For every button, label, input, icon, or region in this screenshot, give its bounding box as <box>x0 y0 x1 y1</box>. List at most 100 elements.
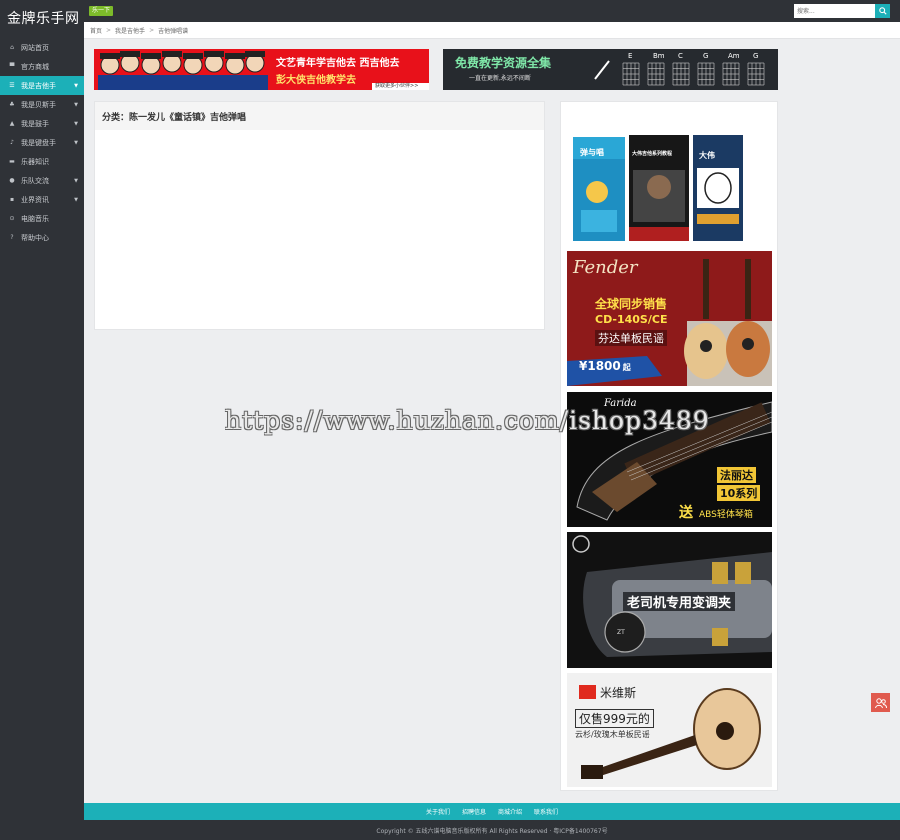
fender-line1: 全球同步销售 <box>595 297 668 311</box>
chevron-down-icon: ▼ <box>74 139 78 146</box>
sidebar-item-3[interactable]: ♣ 我是贝斯手 ▼ <box>0 95 84 114</box>
fender-line3: 芬达单板民谣 <box>595 330 667 346</box>
chevron-down-icon: ▼ <box>74 196 78 203</box>
chord-label: E <box>628 52 633 60</box>
sidebar-item-label: 电脑音乐 <box>21 214 49 223</box>
list-icon: ☰ <box>9 82 15 89</box>
breadcrumb: 首页 > 我是吉他手 > 吉他弹唱谱 <box>84 22 900 39</box>
breadcrumb-home[interactable]: 首页 <box>90 26 102 35</box>
help-icon: ? <box>10 234 14 241</box>
sidebar-item-label: 业界资讯 <box>21 195 49 204</box>
banner-more-link[interactable]: 获取更多小伙伴>> <box>375 82 418 89</box>
site-logo[interactable]: 金牌乐手网 <box>0 0 84 38</box>
content-panel: 分类：陈一发儿《童话镇》吉他弹唱 <box>94 101 545 330</box>
chord-label: G <box>753 52 759 60</box>
banner-slogan-2: 彭大侠吉他教学去 <box>276 75 356 86</box>
banner-free-resources[interactable]: 免费教学资源全集 一直在更新,永远不间断 E Bm C G Am G <box>443 49 778 90</box>
sidebar-item-6[interactable]: ▬ 乐器知识 <box>0 152 84 171</box>
chevron-down-icon: ▼ <box>74 101 78 108</box>
folder-icon: ▬ <box>9 158 15 165</box>
topbar-badge[interactable]: 乐一下 <box>89 6 114 16</box>
ad-fender-guitar[interactable]: Fender 全球同步销售 CD-140S/CE 芬达单板民谣 ¥1800 起 <box>567 251 772 386</box>
banner-guitar-teaching[interactable]: 文艺青年学吉他去 西吉他去 彭大侠吉他教学去 获取更多小伙伴>> <box>94 49 429 90</box>
footer-nav: 关于我们 招聘信息 商城介绍 联系我们 <box>84 803 900 820</box>
sidebar-item-label: 帮助中心 <box>21 233 49 242</box>
chevron-down-icon: ▼ <box>74 120 78 127</box>
fender-model: CD-140S/CE <box>595 313 668 326</box>
farida-gift-text: ABS轻体琴箱 <box>699 510 753 520</box>
contact-users-icon <box>874 697 887 708</box>
ad-capo[interactable]: 老司机专用变调夹 ZT <box>567 532 772 668</box>
book-title-c: 大伟 <box>699 151 715 160</box>
sidebar: 金牌乐手网 ⌂ 网站首页 ▀ 官方商城 ☰ 我是吉他手 ▼ ♣ 我是贝斯手 ▼ ▲ 我是鼓手 ▼ ♪ 我是键… <box>0 0 84 840</box>
farida-gift: 送 <box>679 505 693 521</box>
farida-series: 10系列 <box>717 485 761 501</box>
panel-title: 分类：陈一发儿《童话镇》吉他弹唱 <box>95 102 544 130</box>
chord-label: C <box>678 52 683 60</box>
chevron-down-icon: ▼ <box>74 82 78 89</box>
breadcrumb-separator: > <box>149 26 155 34</box>
home-icon: ⌂ <box>10 44 14 51</box>
footer-link-contact[interactable]: 联系我们 <box>534 807 558 816</box>
ad-mavis-guitar[interactable]: 米维斯 仅售999元的 云杉/玫瑰木单板民谣 <box>567 673 772 787</box>
mavis-desc: 云杉/玫瑰木单板民谣 <box>575 730 650 739</box>
drum-icon: ▲ <box>9 120 15 127</box>
capo-model: ZT <box>617 629 625 636</box>
fender-brand: Fender <box>573 257 638 278</box>
keyboard-icon: ♪ <box>10 139 14 146</box>
fender-price: ¥1800 起 <box>579 359 631 373</box>
footer-link-jobs[interactable]: 招聘信息 <box>462 807 486 816</box>
banner-slogan-1: 文艺青年学吉他去 西吉他去 <box>276 58 400 69</box>
fender-price-value: ¥1800 <box>579 359 621 373</box>
floating-contact-button[interactable] <box>871 693 890 712</box>
mavis-price: 仅售999元的 <box>575 709 654 728</box>
chord-label: G <box>703 52 709 60</box>
sidebar-item-9[interactable]: ⊙ 电脑音乐 <box>0 209 84 228</box>
sidebar-item-label: 乐队交流 <box>21 176 49 185</box>
sidebar-item-1[interactable]: ▀ 官方商城 <box>0 57 84 76</box>
sidebar-item-0[interactable]: ⌂ 网站首页 <box>0 38 84 57</box>
breadcrumb-category[interactable]: 我是吉他手 <box>115 26 145 35</box>
chevron-down-icon: ▼ <box>74 177 78 184</box>
ad-column: 弹与唱 大伟吉他系列教程 大伟 Fender 全球同步销售 CD-140S/CE… <box>560 101 778 791</box>
book-title-b: 大伟吉他系列教程 <box>632 151 673 157</box>
sidebar-item-10[interactable]: ? 帮助中心 <box>0 228 84 247</box>
sidebar-item-label: 我是鼓手 <box>21 119 49 128</box>
top-bar: 乐一下 <box>84 0 900 22</box>
chord-label: Am <box>728 52 740 60</box>
breadcrumb-separator: > <box>106 26 112 34</box>
search-button[interactable] <box>875 4 890 18</box>
sidebar-item-4[interactable]: ▲ 我是鼓手 ▼ <box>0 114 84 133</box>
sidebar-item-label: 我是吉他手 <box>21 81 56 90</box>
sidebar-item-label: 我是键盘手 <box>21 138 56 147</box>
cart-icon: ▀ <box>9 63 15 70</box>
sidebar-item-7[interactable]: ● 乐队交流 ▼ <box>0 171 84 190</box>
search-box <box>794 4 890 18</box>
fender-price-suffix: 起 <box>622 363 631 372</box>
search-input[interactable] <box>794 4 875 18</box>
mavis-brand: 米维斯 <box>600 686 637 700</box>
footer-copyright: Copyright © 五线六谱电脑音乐版权所有 All Rights Rese… <box>84 820 900 840</box>
news-icon: ▪ <box>9 196 15 203</box>
sidebar-nav: ⌂ 网站首页 ▀ 官方商城 ☰ 我是吉他手 ▼ ♣ 我是贝斯手 ▼ ▲ 我是鼓手 ▼ ♪ 我是键盘手 ▼ ▬ 乐器… <box>0 38 84 247</box>
sidebar-item-8[interactable]: ▪ 业界资讯 ▼ <box>0 190 84 209</box>
capo-text: 老司机专用变调夹 <box>623 592 736 611</box>
watermark-url: https://www.huzhan.com/ishop3489 <box>225 406 710 435</box>
settings-icon: ⊙ <box>9 215 15 222</box>
user-icon: ● <box>9 177 15 184</box>
book-title-a: 弹与唱 <box>580 148 604 157</box>
sidebar-item-2[interactable]: ☰ 我是吉他手 ▼ <box>0 76 84 95</box>
footer-link-about[interactable]: 关于我们 <box>426 807 450 816</box>
sidebar-item-label: 网站首页 <box>21 43 49 52</box>
breadcrumb-current[interactable]: 吉他弹唱谱 <box>158 26 188 35</box>
sidebar-item-label: 乐器知识 <box>21 157 49 166</box>
ad-guitar-books[interactable]: 弹与唱 大伟吉他系列教程 大伟 <box>567 132 772 244</box>
chord-label: Bm <box>653 52 665 60</box>
search-icon <box>878 7 887 15</box>
sidebar-item-label: 官方商城 <box>21 62 49 71</box>
footer-link-shop[interactable]: 商城介绍 <box>498 807 522 816</box>
farida-line1: 法丽达 <box>717 467 756 483</box>
sidebar-item-5[interactable]: ♪ 我是键盘手 ▼ <box>0 133 84 152</box>
guitar-icon: ♣ <box>9 101 15 108</box>
sidebar-item-label: 我是贝斯手 <box>21 100 56 109</box>
